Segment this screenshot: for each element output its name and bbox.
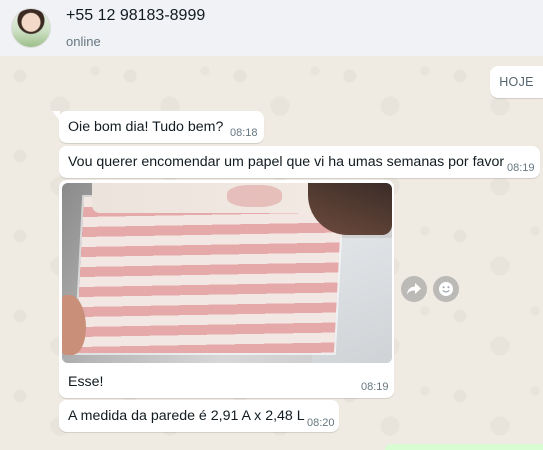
image-message-bubble[interactable]: Esse! 08:19 — [59, 180, 394, 398]
message-bubble[interactable]: A medida da parede é 2,91 A x 2,48 L 08:… — [59, 400, 339, 432]
message-bubble[interactable]: Vou querer encomendar um papel que vi ha… — [59, 146, 540, 178]
message-text: A medida da parede é 2,91 A x 2,48 L — [68, 408, 305, 424]
message-time: 08:18 — [230, 127, 258, 139]
message-text: Vou querer encomendar um papel que vi ha… — [68, 154, 505, 170]
emoji-reaction-icon[interactable] — [433, 276, 459, 302]
chat-header[interactable]: +55 12 98183-8999 online — [0, 0, 543, 56]
message-image[interactable] — [62, 183, 392, 363]
contact-info[interactable]: +55 12 98183-8999 online — [66, 6, 205, 51]
date-chip: HOJE — [490, 66, 543, 98]
message-time: 08:19 — [507, 162, 535, 174]
message-time: 08:19 — [361, 381, 389, 393]
message-text: Oie bom dia! Tudo bem? — [68, 119, 224, 135]
image-caption: Esse! — [68, 374, 104, 390]
wallpaper-sample — [75, 197, 343, 353]
message-actions — [401, 276, 459, 302]
contact-status: online — [66, 33, 101, 49]
avatar[interactable] — [11, 8, 51, 48]
message-bubble[interactable]: Oie bom dia! Tudo bem? 08:18 — [52, 111, 264, 143]
bubble-tail — [52, 111, 60, 121]
contact-name: +55 12 98183-8999 — [66, 6, 206, 24]
outgoing-message-bubble[interactable] — [385, 444, 543, 450]
forward-icon[interactable] — [401, 276, 427, 302]
message-time: 08:20 — [307, 417, 335, 429]
